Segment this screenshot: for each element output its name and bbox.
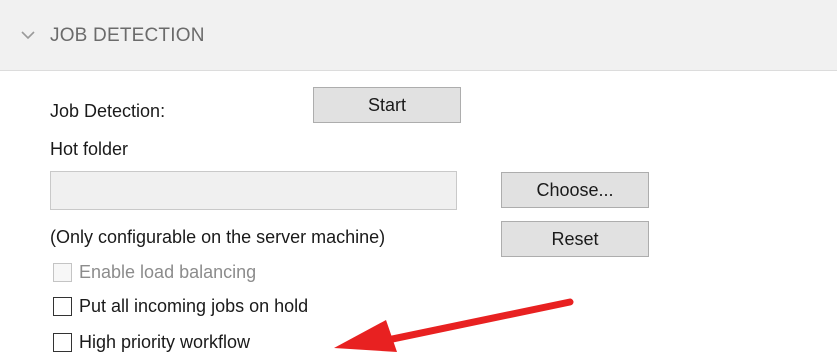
red-arrow-icon [334,298,574,352]
server-only-note: (Only configurable on the server machine… [50,227,386,247]
chevron-down-icon[interactable] [21,30,35,40]
job-detection-label: Job Detection: [50,101,166,121]
hold-incoming-jobs-checkbox[interactable] [53,297,72,316]
section-header[interactable]: JOB DETECTION [0,0,837,71]
high-priority-workflow-checkbox[interactable] [53,333,72,352]
high-priority-workflow-label: High priority workflow [79,332,251,352]
enable-load-balancing-label: Enable load balancing [79,262,257,282]
hold-incoming-jobs-label: Put all incoming jobs on hold [79,296,309,316]
start-button[interactable]: Start [313,87,461,123]
hot-folder-input[interactable] [50,171,457,210]
enable-load-balancing-checkbox[interactable] [53,263,72,282]
section-title: JOB DETECTION [50,25,205,46]
job-detection-panel: JOB DETECTION Job Detection: Start Hot f… [0,0,837,361]
hot-folder-label: Hot folder [50,139,129,159]
choose-button[interactable]: Choose... [501,172,649,208]
reset-button[interactable]: Reset [501,221,649,257]
